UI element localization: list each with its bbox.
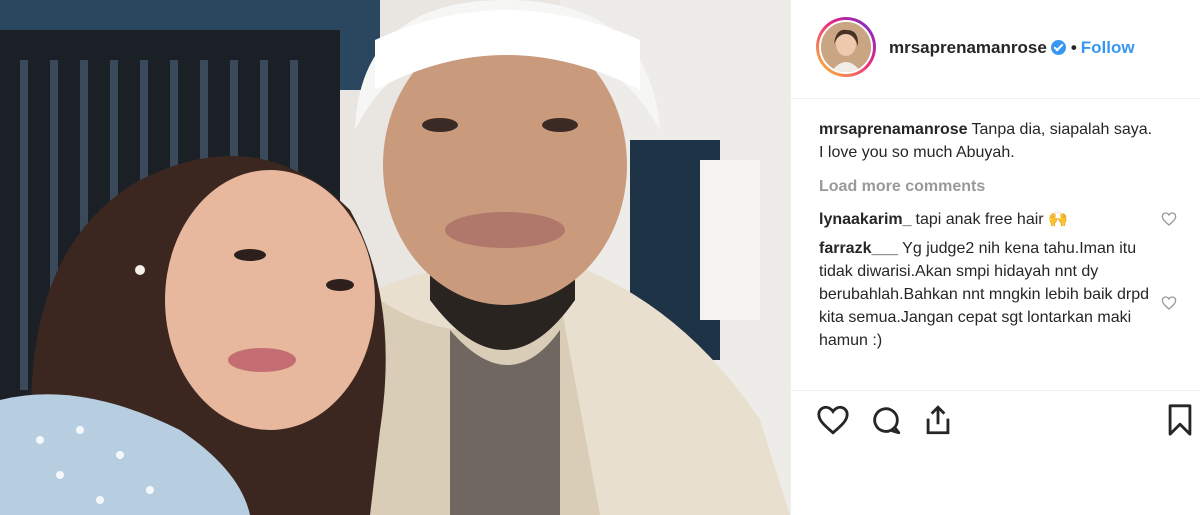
bookmark-icon[interactable] (1163, 403, 1197, 437)
verified-badge-icon (1050, 40, 1066, 55)
action-bar (791, 390, 1200, 515)
avatar[interactable] (819, 20, 873, 74)
separator-dot: • (1070, 38, 1077, 57)
heart-icon[interactable] (816, 403, 850, 437)
header-user-line: mrsaprenamanrose • Follow (889, 38, 1135, 58)
comment-icon[interactable] (869, 403, 903, 437)
comment-username[interactable]: farrazk___ (819, 240, 898, 257)
post-sidebar: mrsaprenamanrose • Follow mrsaprenamanrose… (790, 0, 1200, 515)
selfie-image (0, 0, 790, 515)
caption: mrsaprenamanrose Tanpa dia, siapalah saya… (819, 118, 1159, 164)
story-ring[interactable] (816, 17, 876, 77)
post-header: mrsaprenamanrose • Follow (791, 0, 1200, 99)
load-more-comments-link[interactable]: Load more comments (819, 175, 1159, 198)
caption-username[interactable]: mrsaprenamanrose (819, 121, 968, 138)
comments-list: mrsaprenamanrose Tanpa dia, siapalah saya… (819, 118, 1177, 358)
comment-like-heart-icon[interactable] (1161, 295, 1177, 311)
comment-username[interactable]: lynaakarim_ (819, 211, 912, 228)
share-icon[interactable] (921, 403, 955, 437)
post-photo[interactable] (0, 0, 790, 515)
comment-item: lynaakarim_ tapi anak free hair 🙌 (819, 208, 1177, 231)
instagram-post: mrsaprenamanrose • Follow mrsaprenamanrose… (0, 0, 1200, 515)
comment-item: farrazk___ Yg judge2 nih kena tahu.Iman i… (819, 237, 1177, 352)
follow-button[interactable]: Follow (1081, 38, 1135, 57)
comment-like-heart-icon[interactable] (1161, 211, 1177, 227)
header-username[interactable]: mrsaprenamanrose (889, 38, 1047, 57)
comment-text: tapi anak free hair 🙌 (915, 211, 1068, 228)
